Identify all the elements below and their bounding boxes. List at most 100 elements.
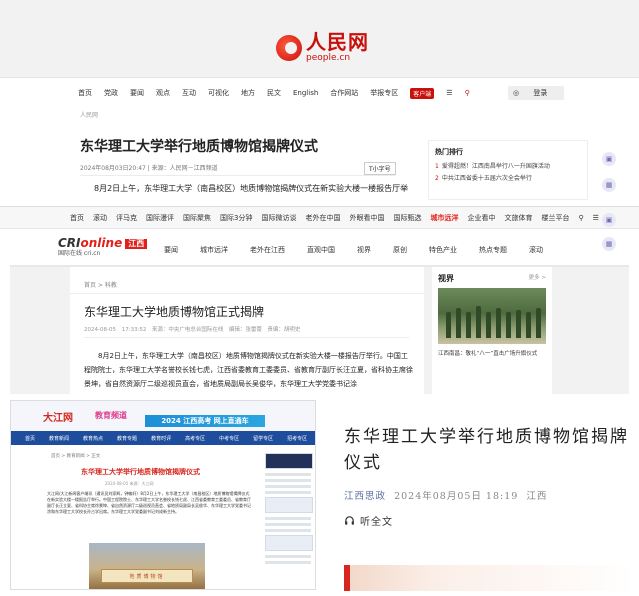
nav-item[interactable]: 特色产业 [429, 245, 457, 255]
sidebar-line [265, 485, 311, 488]
sidebar-title: 视界 [438, 274, 454, 283]
channel-logo[interactable]: 教育频道 [95, 410, 127, 421]
nav-item[interactable]: 热点专题 [479, 245, 507, 255]
list-item[interactable]: 2 中共江西省委十五届六次全会举行 [435, 173, 581, 182]
cri-top-nav: 首页 滚动 评马克 国际漫评 国际聚焦 国际3分钟 国际微访谈 老外在中国 外眼… [0, 207, 639, 229]
nav-item[interactable]: 外眼看中国 [349, 213, 384, 223]
nav-item[interactable]: 国际微访谈 [261, 213, 296, 223]
user-icon: ◎ [513, 89, 520, 97]
font-size-label: 小字号 [372, 166, 391, 173]
list-item-text: 中共江西省委十五届六次全会举行 [441, 175, 532, 182]
float-chat-icon[interactable]: ▣ [602, 213, 616, 227]
jxnews-sidebar [265, 453, 313, 589]
login-label: 登录 [533, 89, 548, 97]
nav-item[interactable]: 评马克 [116, 213, 137, 223]
nav-item[interactable]: 要闻 [130, 88, 144, 98]
rank-number: 1 [435, 163, 439, 170]
more-link[interactable]: 更多 > [529, 273, 546, 284]
nav-item[interactable]: 党政 [104, 88, 118, 98]
nav-item[interactable]: 高考专区 [185, 435, 205, 442]
nav-item[interactable]: 要闻 [164, 245, 178, 255]
font-size-button[interactable]: T小字号 [364, 162, 396, 175]
post-meta: 江西思政 2024年08月05日 18:19 江西 [344, 488, 547, 502]
nav-item[interactable]: 老外在中国 [305, 213, 340, 223]
nav-item[interactable]: 城市远洋 [430, 213, 458, 223]
float-app-icon[interactable]: ▦ [602, 178, 616, 192]
listen-button[interactable]: 听全文 [344, 513, 393, 528]
cri-logo-region: 江西 [125, 238, 148, 249]
nav-item[interactable]: 合作网站 [330, 88, 358, 98]
nav-item[interactable]: 滚动 [93, 213, 107, 223]
photo-caption[interactable]: 江西南昌：敬礼“八一”直击广场升旗仪式 [438, 349, 546, 357]
nav-item[interactable]: 地方 [241, 88, 255, 98]
float-chat-icon[interactable]: ▣ [602, 152, 616, 166]
nav-item[interactable]: 企业看中 [467, 213, 495, 223]
museum-photo: 地质博物馆 [89, 543, 205, 589]
nav-item[interactable]: 招考专区 [287, 435, 307, 442]
float-app-icon[interactable]: ▦ [602, 237, 616, 251]
nav-item[interactable]: 滚动 [529, 245, 543, 255]
sidebar-ad[interactable] [265, 535, 313, 551]
nav-item[interactable]: 国际漫评 [146, 213, 174, 223]
post-date: 2024年08月05日 18:19 [394, 491, 519, 502]
nav-item[interactable]: 举报专区 [370, 88, 398, 98]
article-meta: 2024-08-05 17:33:52 来源：中央广电总台国际在线 编辑：张雷蕾… [84, 327, 301, 333]
menu-icon[interactable]: ☰ [446, 89, 452, 97]
article-body: 大江网/大江新闻客户端讯（通讯员刘家辉，钟敏轩）8月2日上午，东华理工大学（南昌… [47, 491, 251, 514]
people-logo[interactable]: 人民网 people.cn [276, 32, 369, 63]
nav-item[interactable]: 视界 [357, 245, 371, 255]
nav-item[interactable]: 教育时评 [151, 435, 171, 442]
breadcrumb[interactable]: 首页 > 教育新闻 > 正文 [51, 453, 100, 459]
nav-item[interactable]: 老外在江西 [250, 245, 285, 255]
nav-item[interactable]: 首页 [78, 88, 92, 98]
nav-item[interactable]: 国际甄选 [393, 213, 421, 223]
app-badge[interactable]: 客户端 [410, 87, 435, 99]
nav-item[interactable]: 可视化 [208, 88, 229, 98]
post-source[interactable]: 江西思政 [344, 491, 386, 502]
nav-item[interactable]: English [293, 89, 318, 97]
sidebar-ad[interactable] [265, 453, 313, 469]
gaokao-banner[interactable]: 2024 江西高考 网上直通车 [145, 415, 265, 427]
menu-icon[interactable]: ☰ [593, 214, 599, 222]
post-image-preview [344, 565, 634, 591]
nav-item[interactable]: 文旅体育 [504, 213, 532, 223]
nav-item[interactable]: 观点 [156, 88, 170, 98]
nav-item[interactable]: 直观中国 [307, 245, 335, 255]
list-item[interactable]: 1 爱得超燃！江西南昌举行八一升国旗活动 [435, 161, 581, 170]
nav-item[interactable]: 教育热点 [83, 435, 103, 442]
nav-item[interactable]: 中考专区 [219, 435, 239, 442]
jxnews-logo[interactable]: 大江网 [43, 409, 73, 424]
post-title: 东华理工大学举行地质博物馆揭牌仪式 [344, 427, 629, 473]
nav-item[interactable]: 国际聚焦 [183, 213, 211, 223]
nav-item[interactable]: 首页 [70, 213, 84, 223]
listen-label: 听全文 [360, 517, 393, 528]
divider [84, 337, 409, 338]
divider [80, 175, 395, 176]
search-icon[interactable]: ⚲ [578, 214, 583, 222]
jx-gov-post-panel: 东华理工大学举行地质博物馆揭牌仪式 江西思政 2024年08月05日 18:19… [330, 400, 639, 596]
nav-item[interactable]: 教育新闻 [49, 435, 69, 442]
nav-item[interactable]: 民文 [267, 88, 281, 98]
divider [70, 293, 424, 294]
parade-photo[interactable] [438, 288, 546, 344]
login-button[interactable]: ◎ 登录 [508, 86, 565, 100]
people-daily-panel: 人民网 people.cn 首页 党政 要闻 观点 互动 可视化 地方 民文 E… [0, 0, 639, 200]
post-location: 江西 [526, 491, 548, 502]
search-icon[interactable]: ⚲ [465, 89, 470, 97]
nav-item[interactable]: 互动 [182, 88, 196, 98]
nav-item[interactable]: 楼兰平台 [541, 213, 569, 223]
nav-item[interactable]: 首页 [25, 435, 35, 442]
cri-panel: 首页 滚动 评马克 国际漫评 国际聚焦 国际3分钟 国际微访谈 老外在中国 外眼… [0, 206, 639, 394]
nav-item[interactable]: 城市远洋 [200, 245, 228, 255]
nav-item[interactable]: 国际3分钟 [220, 213, 252, 223]
nav-item[interactable]: 留学专区 [253, 435, 273, 442]
nav-item[interactable]: 原创 [393, 245, 407, 255]
people-nav: 首页 党政 要闻 观点 互动 可视化 地方 民文 English 合作网站 举报… [0, 84, 639, 102]
sidebar-ad[interactable] [265, 497, 313, 513]
jxnews-panel: 大江网 教育频道 2024 江西高考 网上直通车 首页 教育新闻 教育热点 教育… [10, 400, 316, 590]
breadcrumb[interactable]: 首页 > 科教 [84, 280, 117, 289]
cri-logo[interactable]: CRIonline 江西 国际在线 cri.cn [58, 236, 148, 257]
cri-logo-text: CRI [58, 236, 81, 250]
breadcrumb[interactable]: 人民网 [80, 110, 98, 119]
nav-item[interactable]: 教育专题 [117, 435, 137, 442]
